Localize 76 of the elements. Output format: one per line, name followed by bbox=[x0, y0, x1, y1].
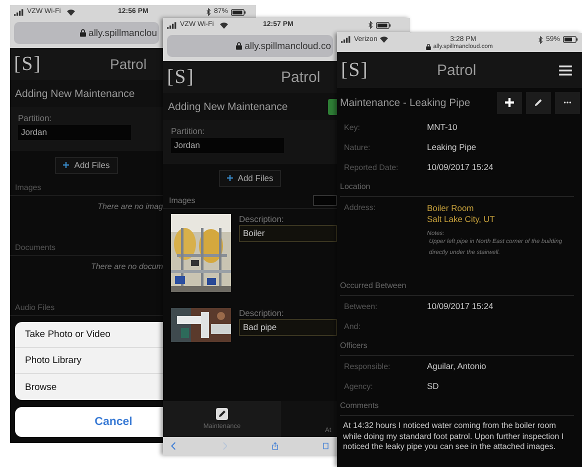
plus-icon bbox=[63, 162, 70, 168]
address-line: Boiler Room bbox=[427, 203, 475, 214]
lock-icon bbox=[236, 42, 242, 50]
partition-select[interactable]: Jordan bbox=[171, 138, 284, 153]
logo: [S] bbox=[14, 52, 42, 76]
field-value: MNT-10 bbox=[427, 122, 458, 132]
logo: [S] bbox=[167, 65, 194, 89]
field-label: Between: bbox=[343, 302, 378, 310]
battery-icon bbox=[376, 22, 391, 28]
wifi-icon bbox=[380, 36, 388, 43]
plus-icon bbox=[226, 175, 233, 181]
partition-label: Partition: bbox=[171, 126, 206, 136]
field-value: Aguilar, Antonio bbox=[427, 361, 486, 371]
description-field[interactable]: Bad pipe bbox=[239, 319, 337, 336]
url-text: ally.spillmancloud.co bbox=[244, 40, 331, 52]
edit-button[interactable] bbox=[526, 92, 551, 114]
field-label: Key: bbox=[343, 122, 362, 132]
share-icon[interactable] bbox=[272, 440, 278, 452]
url-field[interactable]: ally.spillmanclou bbox=[14, 22, 159, 44]
wifi-icon bbox=[67, 9, 75, 16]
filter-field[interactable] bbox=[313, 194, 337, 206]
add-button[interactable] bbox=[497, 92, 522, 114]
logo: [S] bbox=[341, 58, 368, 82]
section-heading: Officers bbox=[340, 336, 574, 356]
partition-select[interactable]: Jordan bbox=[18, 125, 131, 140]
field-label: Agency: bbox=[343, 382, 374, 390]
section-heading: Comments bbox=[340, 396, 574, 416]
section-heading: Occurred Between bbox=[340, 276, 574, 296]
signal-icon bbox=[341, 36, 351, 43]
add-files-button[interactable]: Add Files bbox=[55, 156, 118, 174]
description-label: Description: bbox=[239, 308, 285, 318]
menu-icon[interactable] bbox=[559, 64, 572, 76]
record-title: Maintenance - Leaking Pipe bbox=[340, 96, 472, 108]
pencil-icon bbox=[216, 408, 228, 420]
field-label: Nature: bbox=[343, 142, 372, 152]
field-label: Reported Date: bbox=[343, 162, 400, 172]
cancel-button[interactable]: Cancel bbox=[15, 407, 163, 437]
action-sheet-option[interactable]: Browse bbox=[15, 374, 163, 400]
form-title: Adding New Maintenance bbox=[168, 100, 288, 112]
field-value: SD bbox=[427, 381, 439, 391]
plus-icon bbox=[505, 98, 514, 107]
section-heading: Images bbox=[169, 196, 196, 204]
partition-label: Partition: bbox=[18, 113, 53, 123]
comment-text: At 14:32 hours I noticed water coming from the boiler room while doing my standard foot patrol. Upon further inspection I noticed the leaky pipe you can see in the attached images. bbox=[342, 421, 565, 452]
url-field[interactable]: ally.spillmancloud.co bbox=[167, 35, 333, 57]
app-title: Patrol bbox=[110, 56, 147, 72]
field-label: Responsible: bbox=[343, 362, 392, 370]
field-label: Address: bbox=[343, 203, 377, 214]
empty-message: There are no imag bbox=[96, 201, 163, 211]
form-title: Adding New Maintenance bbox=[15, 88, 135, 100]
field-value: 10/09/2017 15:24 bbox=[427, 301, 494, 311]
field-value: Leaking Pipe bbox=[427, 142, 476, 152]
bluetooth-icon bbox=[538, 36, 543, 44]
bluetooth-icon bbox=[368, 21, 373, 29]
field-value: 10/09/2017 15:24 bbox=[427, 162, 494, 172]
signal-icon bbox=[14, 9, 24, 16]
battery-icon bbox=[231, 8, 246, 16]
section-heading: Location bbox=[340, 177, 574, 197]
url-text: ally.spillmanclou bbox=[88, 28, 157, 38]
app-title: Patrol bbox=[437, 62, 476, 78]
wifi-icon bbox=[220, 22, 228, 29]
address-line: Salt Lake City, UT bbox=[427, 214, 496, 225]
lock-icon bbox=[80, 29, 86, 37]
pencil-icon bbox=[534, 98, 543, 107]
lock-icon bbox=[426, 44, 432, 50]
signal-icon bbox=[167, 22, 177, 29]
description-label: Description: bbox=[239, 214, 285, 224]
battery-icon bbox=[562, 36, 578, 43]
empty-message: There are no docum bbox=[90, 261, 163, 271]
app-title: Patrol bbox=[281, 68, 320, 86]
description-field[interactable]: Boiler bbox=[239, 225, 337, 242]
back-icon[interactable] bbox=[171, 440, 177, 452]
field-label: And: bbox=[343, 322, 362, 330]
bluetooth-icon bbox=[206, 8, 211, 16]
save-button[interactable] bbox=[328, 99, 337, 115]
add-files-button[interactable]: Add Files bbox=[218, 170, 282, 186]
